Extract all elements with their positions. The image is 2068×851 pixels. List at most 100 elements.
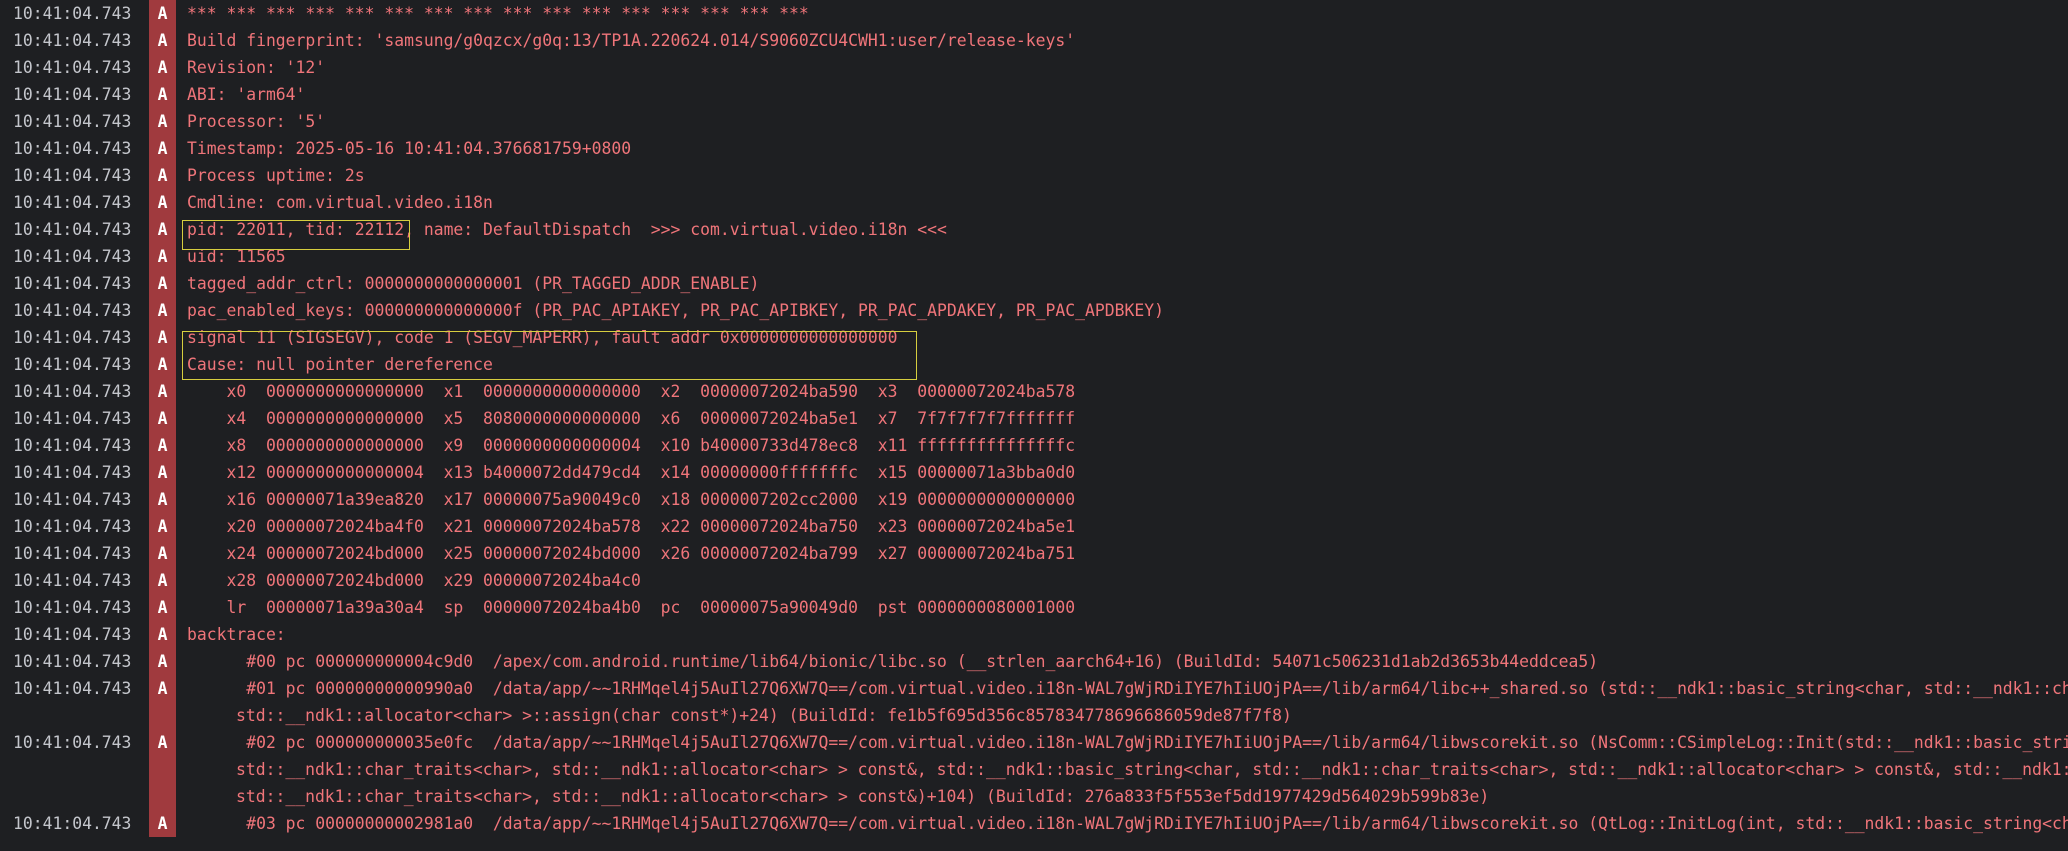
log-message: signal 11 (SIGSEGV), code 1 (SEGV_MAPERR… [187, 324, 898, 351]
log-timestamp: 10:41:04.743 [13, 436, 132, 455]
log-row[interactable]: 10:41:04.743 Auid: 11565 [0, 243, 2068, 270]
log-message: pid: 22011, tid: 22112, name: DefaultDis… [187, 216, 947, 243]
log-row[interactable]: 10:41:04.743 A Cmdline: com.virtual.video.… [0, 189, 2068, 216]
log-level-badge: A [149, 324, 176, 351]
logcat-panel[interactable]: 10:41:04.743 A *** *** *** *** *** *** ***… [0, 0, 2068, 851]
log-timestamp: 10:41:04.743 [13, 193, 132, 212]
log-row[interactable]: 10:41:04.743 A Build fingerprint: 'samsung… [0, 27, 2068, 54]
log-message-line: x8 0000000000000000 x9 0000000000000004 … [187, 436, 1076, 455]
log-timestamp: 10:41:04.743 [13, 31, 132, 50]
log-message-line: x20 00000072024ba4f0 x21 00000072024ba57… [187, 517, 1076, 536]
log-message: pac_enabled_keys: 000000000000000f (PR_P… [187, 297, 1164, 324]
log-row[interactable]: 10:41:04.743 A x24 00000072024bd000 x25 0… [0, 540, 2068, 567]
log-level-badge: A [149, 27, 176, 54]
log-row[interactable]: 10:41:04.743 A Revision: '12' [0, 54, 2068, 81]
log-timestamp: 10:41:04.743 [13, 139, 132, 158]
log-message-line: Processor: '5' [187, 112, 326, 131]
log-level-badge: A [149, 351, 176, 378]
log-message: x20 00000072024ba4f0 x21 00000072024ba57… [187, 513, 1075, 540]
log-timestamp: 10:41:04.743 [13, 490, 132, 509]
log-row[interactable]: 10:41:04.743 A x12 0000000000000004 x13 b… [0, 459, 2068, 486]
log-message: x4 0000000000000000 x5 8080000000000000 … [187, 405, 1075, 432]
log-message-line: #03 pc 00000000002981a0 /data/app/~~1RHM… [187, 814, 2068, 833]
log-row[interactable]: 10:41:04.743 Apid: 22011, tid: 22112, nam… [0, 216, 2068, 243]
log-row[interactable]: 10:41:04.743 A ABI: 'arm64' [0, 81, 2068, 108]
log-row[interactable]: 10:41:04.743 A Cause: null pointer derefer… [0, 351, 2068, 378]
log-timestamp: 10:41:04.743 [13, 598, 132, 617]
log-timestamp: 10:41:04.743 [13, 247, 132, 266]
log-row[interactable]: 10:41:04.743 A #02 pc 000000000035e0fc /d… [0, 729, 2068, 810]
log-row[interactable]: 10:41:04.743 A Timestamp: 2025-05-16 10:41… [0, 135, 2068, 162]
log-message: x28 00000072024bd000 x29 00000072024ba4c… [187, 567, 640, 594]
log-message: x24 00000072024bd000 x25 00000072024bd00… [187, 540, 1075, 567]
log-rows: 10:41:04.743 A *** *** *** *** *** *** ***… [0, 0, 2068, 837]
log-message-line: #00 pc 000000000004c9d0 /apex/com.androi… [187, 652, 1599, 671]
log-message: x12 0000000000000004 x13 b4000072dd479cd… [187, 459, 1075, 486]
log-timestamp: 10:41:04.743 [13, 112, 132, 131]
log-message: #00 pc 000000000004c9d0 /apex/com.androi… [187, 648, 1598, 675]
log-row[interactable]: 10:41:04.743 A x28 00000072024bd000 x29 0… [0, 567, 2068, 594]
log-message-line: backtrace: [187, 625, 286, 644]
log-timestamp: 10:41:04.743 [13, 679, 132, 698]
log-message-line: #01 pc 00000000000990a0 /data/app/~~1RHM… [187, 679, 2068, 698]
log-message: lr 00000071a39a30a4 sp 00000072024ba4b0 … [187, 594, 1075, 621]
log-message-line: signal 11 (SIGSEGV), code 1 (SEGV_MAPERR… [187, 328, 898, 347]
log-message: Cause: null pointer dereference [187, 351, 493, 378]
log-timestamp: 10:41:04.743 [13, 274, 132, 293]
log-row[interactable]: 10:41:04.743 A x20 00000072024ba4f0 x21 0… [0, 513, 2068, 540]
log-row[interactable]: 10:41:04.743 A #01 pc 00000000000990a0 /d… [0, 675, 2068, 729]
log-level-badge: A [149, 216, 176, 243]
log-message: #01 pc 00000000000990a0 /data/app/~~1RHM… [187, 675, 2068, 729]
log-level-badge: A [149, 729, 176, 810]
log-row[interactable]: 10:41:04.743 A Processor: '5' [0, 108, 2068, 135]
log-message-line: x16 00000071a39ea820 x17 00000075a90049c… [187, 490, 1076, 509]
log-row[interactable]: 10:41:04.743 A lr 00000071a39a30a4 sp 000… [0, 594, 2068, 621]
log-row[interactable]: 10:41:04.743 Apac_enabled_keys: 000000000… [0, 297, 2068, 324]
log-message: tagged_addr_ctrl: 0000000000000001 (PR_T… [187, 270, 759, 297]
log-row[interactable]: 10:41:04.743 A x16 00000071a39ea820 x17 0… [0, 486, 2068, 513]
log-message: x0 0000000000000000 x1 0000000000000000 … [187, 378, 1075, 405]
log-message-line: lr 00000071a39a30a4 sp 00000072024ba4b0 … [187, 598, 1076, 617]
log-timestamp: 10:41:04.743 [13, 4, 132, 23]
log-timestamp: 10:41:04.743 [13, 166, 132, 185]
log-row[interactable]: 10:41:04.743 A #00 pc 000000000004c9d0 /a… [0, 648, 2068, 675]
log-timestamp: 10:41:04.743 [13, 517, 132, 536]
log-message-line: #02 pc 000000000035e0fc /data/app/~~1RHM… [187, 733, 2068, 752]
log-timestamp: 10:41:04.743 [13, 382, 132, 401]
log-level-badge: A [149, 405, 176, 432]
log-row[interactable]: 10:41:04.743 A *** *** *** *** *** *** ***… [0, 0, 2068, 27]
log-row[interactable]: 10:41:04.743 A Process uptime: 2s [0, 162, 2068, 189]
log-message: x16 00000071a39ea820 x17 00000075a90049c… [187, 486, 1075, 513]
log-row[interactable]: 10:41:04.743 A x0 0000000000000000 x1 000… [0, 378, 2068, 405]
log-level-badge: A [149, 432, 176, 459]
log-timestamp: 10:41:04.743 [13, 544, 132, 563]
log-message-continuation: std::__ndk1::char_traits<char>, std::__n… [236, 760, 2068, 779]
log-row[interactable]: 10:41:04.743 A x8 0000000000000000 x9 000… [0, 432, 2068, 459]
log-message-line: tagged_addr_ctrl: 0000000000000001 (PR_T… [187, 274, 760, 293]
log-message: ABI: 'arm64' [187, 81, 305, 108]
log-message-continuation: std::__ndk1::char_traits<char>, std::__n… [236, 787, 1490, 806]
log-level-badge: A [149, 567, 176, 594]
log-message-line: *** *** *** *** *** *** *** *** *** *** … [187, 4, 809, 23]
log-message: Cmdline: com.virtual.video.i18n [187, 189, 493, 216]
log-message-line: Process uptime: 2s [187, 166, 365, 185]
log-row[interactable]: 10:41:04.743 Atagged_addr_ctrl: 000000000… [0, 270, 2068, 297]
log-timestamp: 10:41:04.743 [13, 220, 132, 239]
log-message: uid: 11565 [187, 243, 286, 270]
log-row[interactable]: 10:41:04.743 Abacktrace: [0, 621, 2068, 648]
log-message-line: pac_enabled_keys: 000000000000000f (PR_P… [187, 301, 1164, 320]
log-level-badge: A [149, 459, 176, 486]
log-row[interactable]: 10:41:04.743 Asignal 11 (SIGSEGV), code 1… [0, 324, 2068, 351]
log-timestamp: 10:41:04.743 [13, 409, 132, 428]
log-message-line: Cause: null pointer dereference [187, 355, 493, 374]
log-row[interactable]: 10:41:04.743 A x4 0000000000000000 x5 808… [0, 405, 2068, 432]
log-level-badge: A [149, 0, 176, 27]
log-level-badge: A [149, 513, 176, 540]
log-timestamp: 10:41:04.743 [13, 355, 132, 374]
log-message: *** *** *** *** *** *** *** *** *** *** … [187, 0, 809, 27]
log-level-badge: A [149, 54, 176, 81]
log-level-badge: A [149, 162, 176, 189]
log-timestamp: 10:41:04.743 [13, 58, 132, 77]
log-row[interactable]: 10:41:04.743 A #03 pc 00000000002981a0 /d… [0, 810, 2068, 837]
log-message: backtrace: [187, 621, 286, 648]
